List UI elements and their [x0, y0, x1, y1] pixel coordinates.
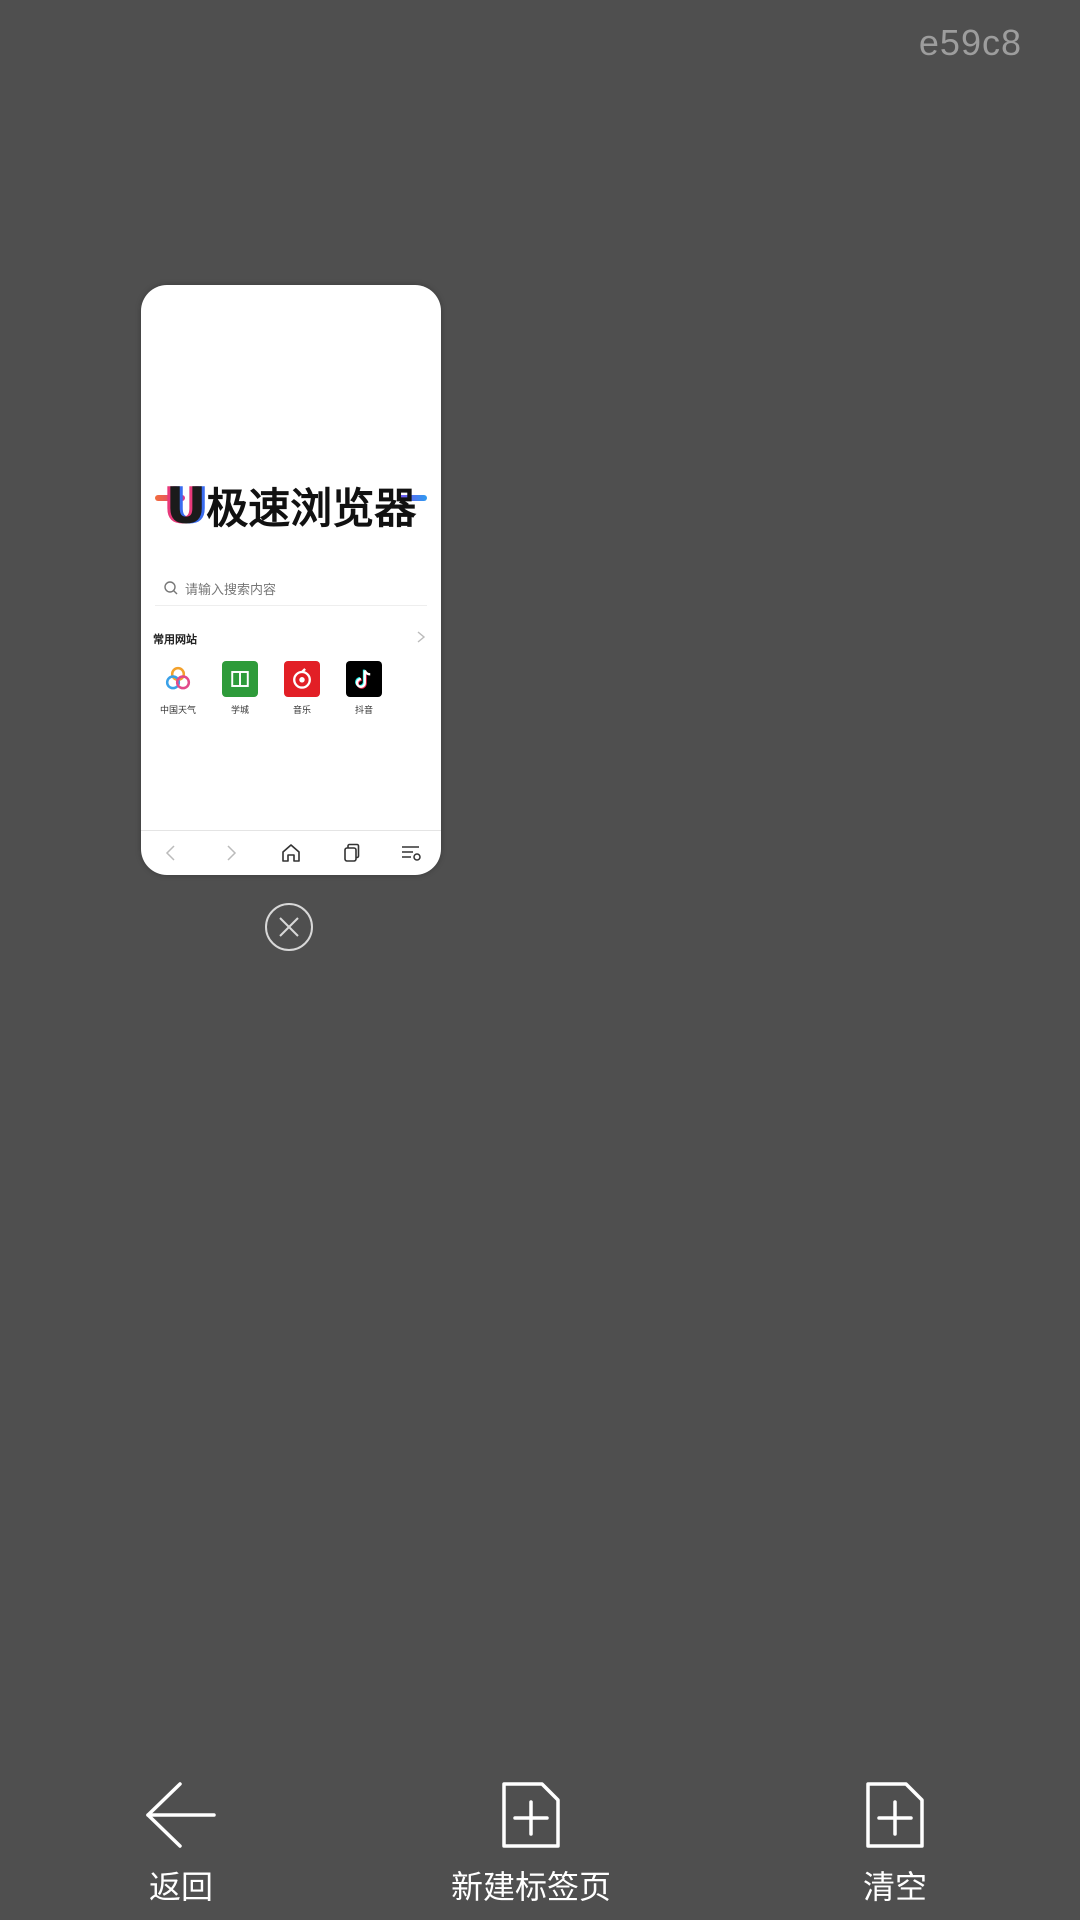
chevron-right-icon	[227, 845, 237, 861]
tab-preview-card[interactable]: U极速浏览器 请输入搜索内容 常用网站 中国天气 学城 音乐 抖音	[141, 285, 441, 875]
site-item-douyin: 抖音	[333, 661, 395, 716]
menu-settings-icon	[402, 846, 421, 861]
tab-search-bar: 请输入搜索内容	[155, 571, 427, 606]
search-icon	[164, 581, 178, 595]
site-item-weather: 中国天气	[147, 661, 209, 716]
back-button[interactable]: 返回	[144, 1780, 218, 1908]
chevron-right-icon	[417, 631, 426, 643]
site-item-xuecheng: 学城	[209, 661, 271, 716]
arrow-left-icon	[146, 1782, 216, 1848]
clear-button[interactable]: 清空	[858, 1780, 932, 1908]
search-placeholder: 请输入搜索内容	[185, 582, 277, 598]
frequent-sites-list: 中国天气 学城 音乐 抖音	[147, 661, 395, 716]
new-tab-plus-icon	[502, 1782, 560, 1848]
new-tab-label: 新建标签页	[451, 1868, 612, 1906]
back-label: 返回	[148, 1868, 213, 1906]
weather-pinwheel-icon	[160, 661, 196, 697]
xuecheng-icon	[222, 661, 258, 697]
home-icon	[282, 844, 300, 862]
new-tab-button[interactable]: 新建标签页	[451, 1780, 611, 1908]
chevron-left-icon	[165, 845, 175, 861]
tabs-icon	[344, 843, 360, 862]
site-label: 学城	[230, 706, 249, 716]
browser-logo: U极速浏览器	[141, 475, 441, 536]
site-item-music: 音乐	[271, 661, 333, 716]
logo-letter: U	[165, 477, 207, 535]
close-tab-icon[interactable]	[264, 902, 314, 952]
tab-preview-bottom-bar	[141, 830, 441, 875]
clear-label: 清空	[862, 1868, 927, 1906]
clear-plus-icon	[866, 1782, 924, 1848]
frequent-sites-title: 常用网站	[153, 633, 197, 646]
top-code-label: e59c8	[918, 22, 1022, 63]
douyin-icon	[346, 661, 382, 697]
site-label: 抖音	[354, 706, 373, 716]
netease-music-icon	[284, 661, 320, 697]
logo-text: 极速浏览器	[206, 484, 417, 533]
site-label: 音乐	[292, 706, 311, 716]
site-label: 中国天气	[159, 706, 196, 716]
